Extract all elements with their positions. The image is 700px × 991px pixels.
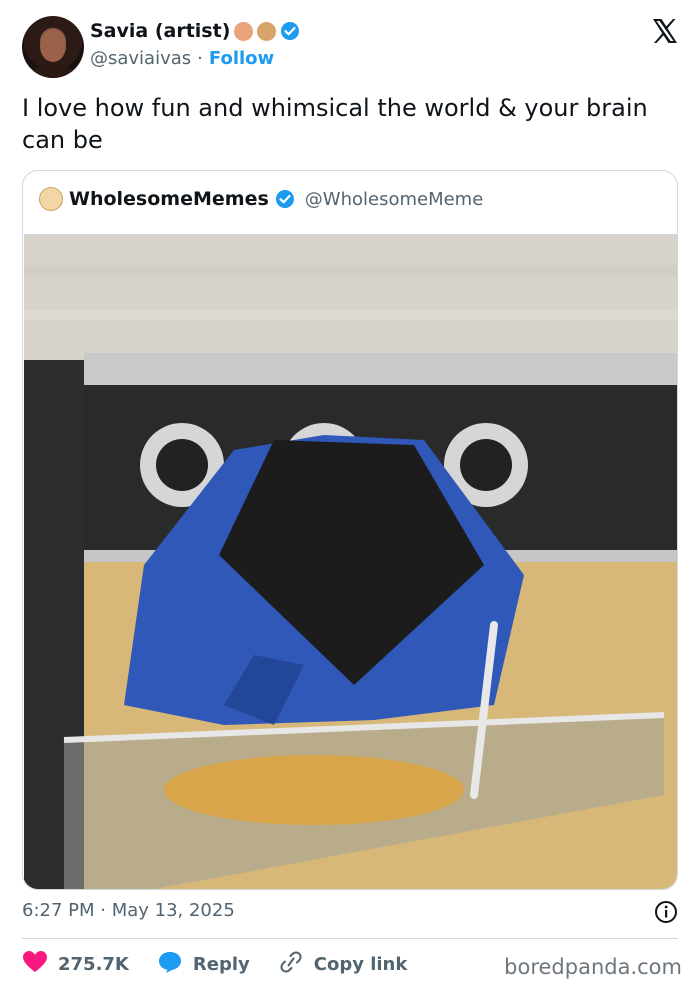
like-button[interactable]: 275.7K — [22, 950, 129, 979]
copy-link-button[interactable]: Copy link — [278, 950, 408, 979]
copy-link-label: Copy link — [313, 954, 408, 975]
heart-icon — [22, 950, 48, 979]
info-icon[interactable] — [654, 900, 678, 928]
quoted-author-name[interactable]: WholesomeMemes — [69, 188, 269, 210]
palette-emoji-icon — [257, 21, 277, 41]
author-avatar[interactable] — [22, 16, 84, 78]
author-handle-row: @saviaivas · Follow — [90, 48, 274, 69]
follow-button[interactable]: Follow — [209, 48, 274, 69]
artist-emoji-icon — [234, 21, 254, 41]
quoted-tweet-card[interactable]: WholesomeMemes @WholesomeMeme — [22, 170, 678, 890]
x-logo-icon[interactable] — [650, 16, 680, 50]
divider — [22, 938, 678, 939]
reply-bubble-icon — [157, 950, 183, 979]
quoted-tweet-photo[interactable] — [24, 234, 677, 889]
verified-icon — [275, 189, 295, 209]
handle-separator: · — [197, 48, 203, 69]
author-display-name[interactable]: Savia (artist) — [90, 20, 230, 42]
tweet-timestamp[interactable]: 6:27 PM · May 13, 2025 — [22, 900, 235, 921]
tweet-text: I love how fun and whimsical the world &… — [22, 94, 648, 154]
like-count: 275.7K — [58, 954, 129, 975]
quoted-tweet-header: WholesomeMemes @WholesomeMeme — [39, 187, 483, 211]
tweet-actions: 275.7K Reply Copy link — [22, 950, 435, 979]
link-icon — [278, 950, 304, 979]
author-handle[interactable]: @saviaivas — [90, 48, 191, 69]
boredpanda-watermark: boredpanda.com — [504, 955, 682, 979]
quoted-author-avatar[interactable] — [39, 187, 63, 211]
quoted-author-handle[interactable]: @WholesomeMeme — [305, 189, 484, 210]
verified-icon — [280, 21, 300, 41]
reply-button[interactable]: Reply — [157, 950, 250, 979]
reply-label: Reply — [192, 954, 250, 975]
author-name-row: Savia (artist) — [90, 20, 300, 42]
